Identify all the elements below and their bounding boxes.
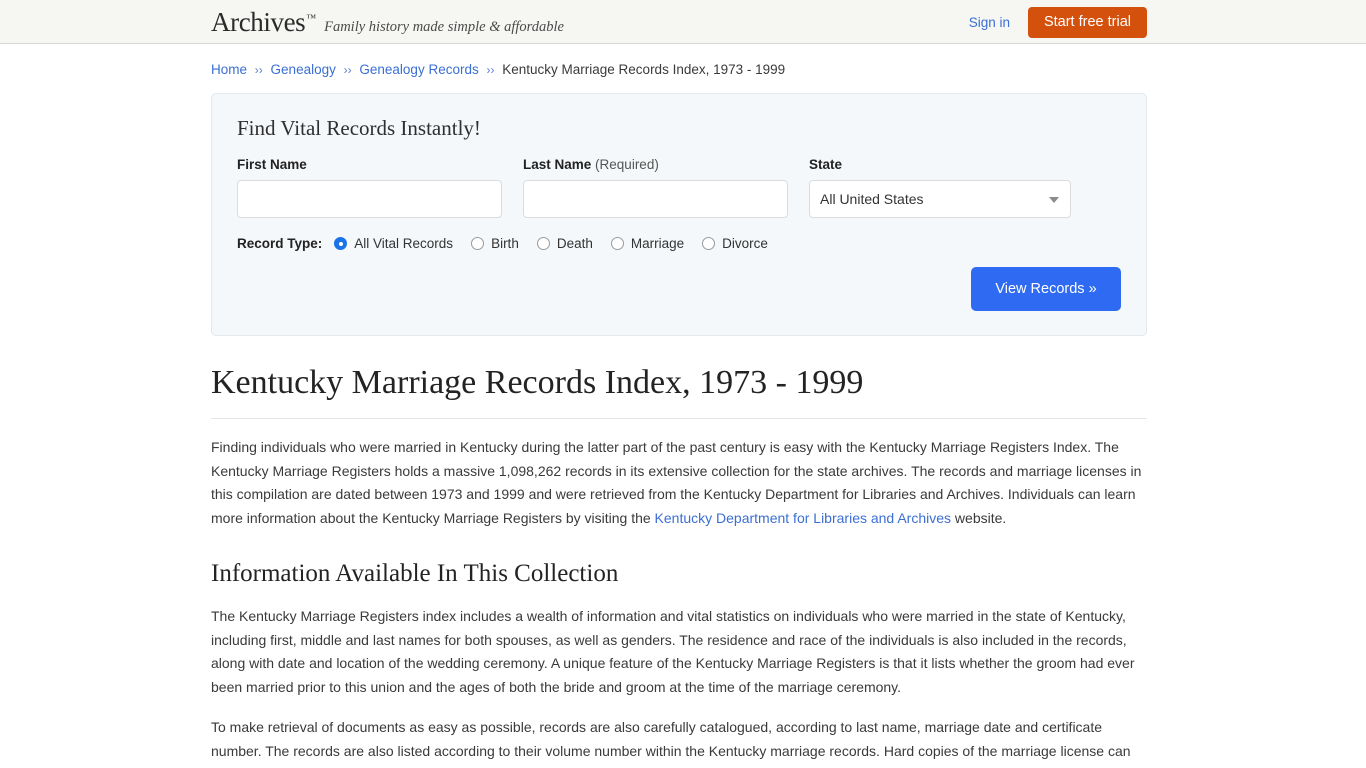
radio-button-icon[interactable] xyxy=(334,237,348,250)
breadcrumb-item-current: Kentucky Marriage Records Index, 1973 - … xyxy=(502,62,786,77)
section-heading-information-available: Information Available In This Collection xyxy=(211,560,619,587)
first-name-field-group: First Name xyxy=(237,157,503,218)
breadcrumb-separator-icon: ›› xyxy=(254,63,263,77)
last-name-input[interactable] xyxy=(523,180,788,218)
site-header: Archives ™ Family history made simple & … xyxy=(0,0,1366,44)
radio-label-death: Death xyxy=(556,236,593,251)
first-name-label: First Name xyxy=(237,157,307,172)
header-actions: Sign in Start free trial xyxy=(969,0,1147,44)
intro-paragraph-part2: website. xyxy=(951,509,1007,526)
logo-wordmark: Archives xyxy=(211,7,306,37)
header-inner: Archives ™ Family history made simple & … xyxy=(0,0,1366,44)
submit-row: View Records » xyxy=(237,267,1121,311)
state-select-wrapper: All United States xyxy=(809,180,1071,218)
breadcrumb-item-home[interactable]: Home xyxy=(211,62,247,77)
breadcrumb-item-genealogy-records[interactable]: Genealogy Records xyxy=(359,62,478,77)
vital-records-search-panel: Find Vital Records Instantly! First Name… xyxy=(211,93,1147,336)
search-field-row: First Name Last Name (Required) State Al… xyxy=(237,157,1121,218)
search-panel-title: Find Vital Records Instantly! xyxy=(237,116,481,140)
state-label: State xyxy=(809,157,843,172)
radio-button-icon[interactable] xyxy=(536,237,550,250)
last-name-label-text: Last Name xyxy=(523,157,592,172)
last-name-label: Last Name (Required) xyxy=(523,157,789,172)
site-tagline: Family history made simple & affordable xyxy=(324,19,564,35)
breadcrumb-item-genealogy[interactable]: Genealogy xyxy=(271,62,336,77)
site-logo[interactable]: Archives ™ Family history made simple & … xyxy=(211,7,564,38)
radio-label-divorce: Divorce xyxy=(722,236,768,251)
record-type-row: Record Type: All Vital Records Birth Dea… xyxy=(237,236,1121,251)
radio-divorce[interactable]: Divorce xyxy=(702,236,768,251)
radio-button-icon[interactable] xyxy=(471,237,485,250)
content-column: Home ›› Genealogy ›› Genealogy Records ›… xyxy=(211,44,1147,768)
breadcrumb: Home ›› Genealogy ›› Genealogy Records ›… xyxy=(211,62,1147,77)
radio-label-marriage: Marriage xyxy=(630,236,685,251)
last-name-field-group: Last Name (Required) xyxy=(523,157,789,218)
kdla-link[interactable]: Kentucky Department for Libraries and Ar… xyxy=(655,510,951,526)
record-type-label: Record Type: xyxy=(237,236,323,251)
radio-button-icon[interactable] xyxy=(702,237,716,250)
state-select[interactable]: All United States xyxy=(809,180,1071,218)
breadcrumb-separator-icon: ›› xyxy=(486,63,495,77)
last-name-required-note: (Required) xyxy=(595,157,659,172)
radio-button-icon[interactable] xyxy=(610,237,624,250)
page-title: Kentucky Marriage Records Index, 1973 - … xyxy=(211,364,1147,419)
start-free-trial-button[interactable]: Start free trial xyxy=(1027,6,1147,38)
sign-in-link[interactable]: Sign in xyxy=(969,15,1010,30)
paragraph-collection-details: The Kentucky Marriage Registers index in… xyxy=(211,608,1135,695)
radio-label-all-vital-records: All Vital Records xyxy=(354,236,454,251)
radio-label-birth: Birth xyxy=(491,236,519,251)
trademark-icon: ™ xyxy=(306,13,317,24)
paragraph-retrieval-details: To make retrieval of documents as easy a… xyxy=(211,719,1131,768)
radio-death[interactable]: Death xyxy=(536,236,593,251)
first-name-input[interactable] xyxy=(237,180,502,218)
breadcrumb-separator-icon: ›› xyxy=(343,63,352,77)
radio-birth[interactable]: Birth xyxy=(471,236,519,251)
state-field-group: State All United States xyxy=(809,157,1075,218)
view-records-button[interactable]: View Records » xyxy=(971,267,1121,311)
intro-paragraph: Finding individuals who were married in … xyxy=(211,436,1147,530)
radio-marriage[interactable]: Marriage xyxy=(610,236,685,251)
radio-all-vital-records[interactable]: All Vital Records xyxy=(334,236,453,251)
